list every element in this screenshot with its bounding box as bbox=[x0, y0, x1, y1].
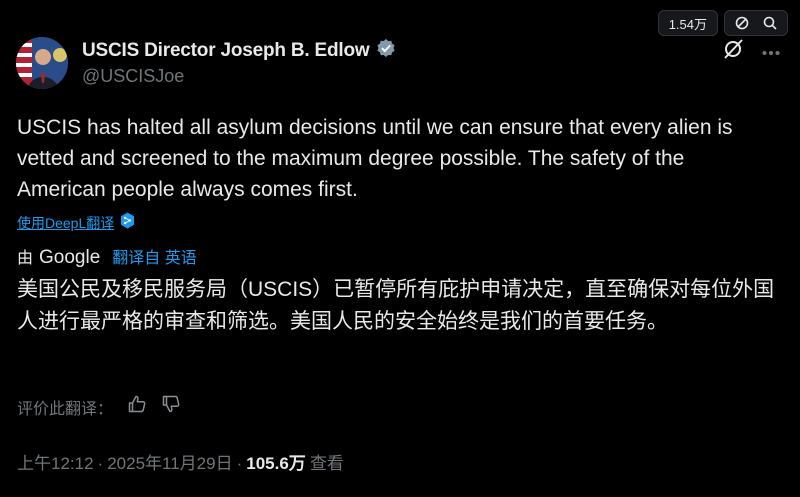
view-count-label: 1.54万 bbox=[668, 16, 707, 32]
google-logo: Google bbox=[39, 247, 101, 268]
views-label: 查看 bbox=[309, 454, 344, 473]
toolbar-icons bbox=[724, 10, 788, 36]
tweet-date[interactable]: 2025年11月29日 bbox=[107, 449, 232, 474]
author-name[interactable]: USCIS Director Joseph B. Edlow bbox=[82, 40, 370, 62]
thumbs-up-icon[interactable] bbox=[127, 394, 147, 419]
tweet-meta: 上午12:12 · 2025年11月29日 · 105.6万 查看 bbox=[17, 449, 344, 474]
translated-from-link[interactable]: 翻译自 英语 bbox=[112, 244, 196, 268]
top-toolbar: 1.54万 bbox=[657, 10, 788, 36]
search-icon[interactable] bbox=[763, 16, 777, 30]
view-count-pill[interactable]: 1.54万 bbox=[657, 10, 718, 36]
rate-translation: 评价此翻译： bbox=[17, 394, 181, 419]
author-name-row: USCIS Director Joseph B. Edlow bbox=[82, 38, 396, 63]
view-count: 105.6万 bbox=[246, 454, 306, 473]
deepl-translate-link[interactable]: 使用DeepL翻译 bbox=[17, 213, 114, 233]
translation-source: 由 Google 翻译自 英语 bbox=[17, 244, 197, 269]
tweet-text: USCIS has halted all asylum decisions un… bbox=[17, 116, 733, 201]
translation-by-label: 由 bbox=[17, 250, 34, 267]
tweet-time[interactable]: 上午12:12 bbox=[17, 449, 94, 474]
deepl-translate: 使用DeepL翻译 bbox=[17, 212, 135, 234]
block-icon[interactable] bbox=[735, 16, 749, 30]
tweet-header-actions bbox=[722, 38, 780, 65]
meta-separator: · bbox=[236, 454, 243, 473]
more-icon[interactable] bbox=[762, 43, 780, 61]
translated-text: 美国公民及移民服务局（USCIS）已暂停所有庇护申请决定，直至确保对每位外国人进… bbox=[17, 278, 775, 333]
rate-translation-label: 评价此翻译： bbox=[17, 400, 114, 418]
author-handle[interactable]: @USCISJoe bbox=[82, 66, 184, 87]
deepl-icon[interactable] bbox=[120, 212, 135, 234]
verified-badge-icon bbox=[376, 38, 396, 63]
thumbs-down-icon[interactable] bbox=[161, 394, 181, 419]
grok-icon[interactable] bbox=[722, 38, 744, 65]
meta-separator: · bbox=[97, 454, 104, 473]
avatar[interactable] bbox=[16, 37, 68, 89]
